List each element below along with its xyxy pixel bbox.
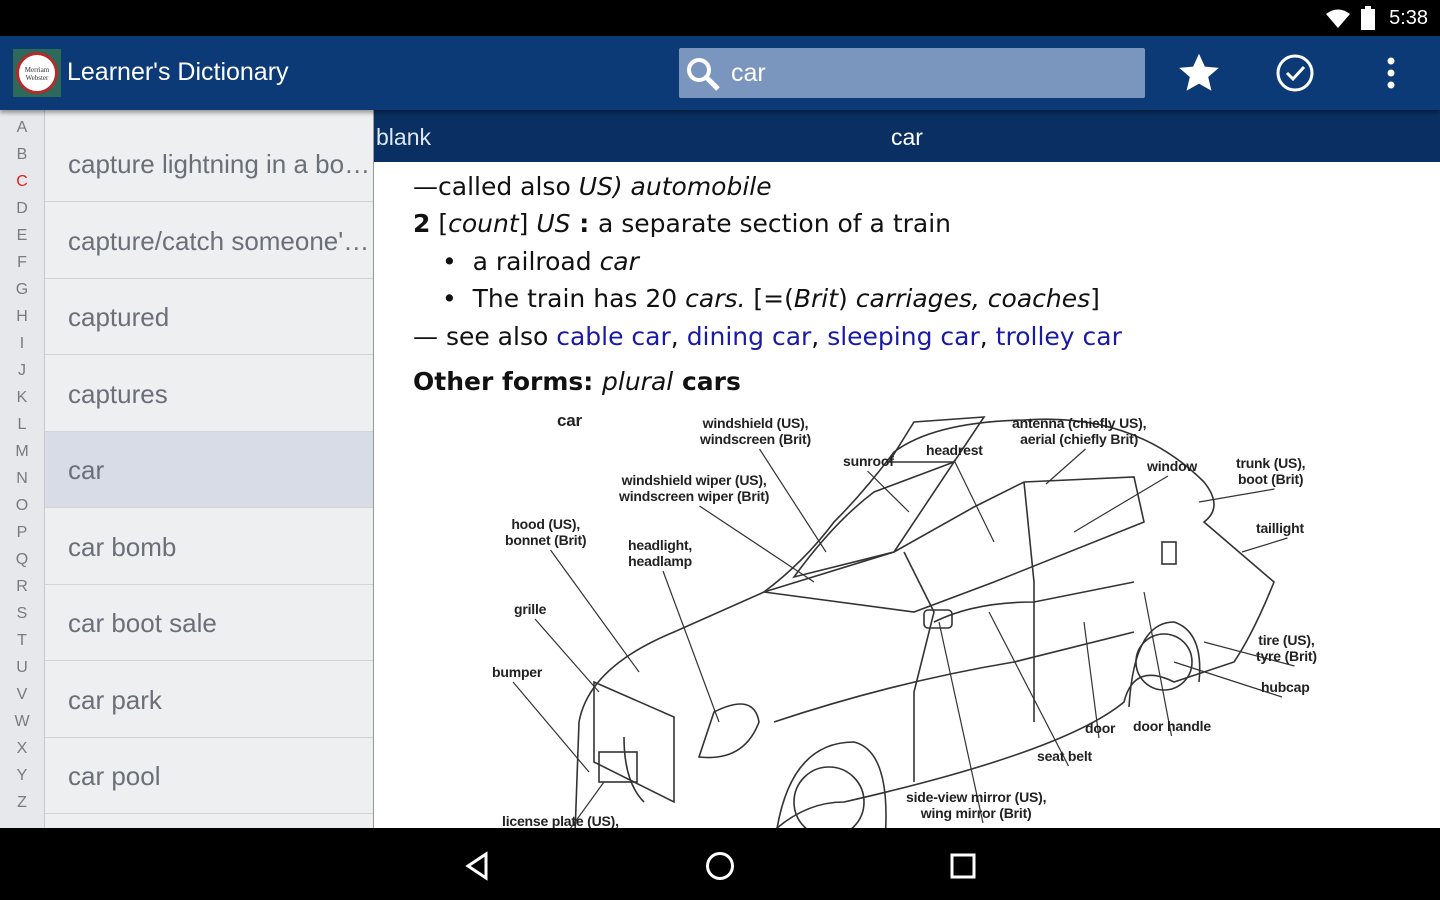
car-diagram: car windshield (US), windscreen (Brit) ante… (374, 162, 1440, 828)
word-list[interactable]: capture lightning in a bottle capture/cat… (45, 110, 374, 828)
diagram-label: headrest (926, 442, 983, 458)
index-letter-z[interactable]: Z (0, 785, 44, 812)
diagram-label: trunk (US), boot (Brit) (1236, 455, 1306, 487)
recents-button[interactable] (945, 848, 981, 884)
index-letter-x[interactable]: X (0, 731, 44, 758)
app-logo: Merriam Webster (13, 49, 61, 97)
diagram-label: license plate (US), (502, 813, 619, 828)
search-box[interactable] (679, 48, 1145, 98)
diagram-label: hubcap (1261, 679, 1310, 695)
content-header: blank car (374, 110, 1440, 162)
leader-line (662, 570, 720, 723)
index-letter-q[interactable]: Q (0, 542, 44, 569)
leader-line (550, 549, 640, 673)
index-letter-n[interactable]: N (0, 461, 44, 488)
index-letter-u[interactable]: U (0, 650, 44, 677)
diagram-label: sunroof (843, 453, 894, 469)
home-button[interactable] (702, 848, 738, 884)
check-circle-icon (1276, 54, 1314, 92)
app-bar: Merriam Webster Learner's Dictionary (0, 36, 1440, 110)
diagram-label: seat belt (1037, 748, 1092, 764)
diagram-label: tire (US), tyre (Brit) (1256, 632, 1317, 664)
index-letter-j[interactable]: J (0, 353, 44, 380)
status-bar: 5:38 (0, 0, 1440, 36)
diagram-label: grille (514, 601, 547, 617)
index-letter-l[interactable]: L (0, 407, 44, 434)
index-letter-f[interactable]: F (0, 245, 44, 272)
diagram-label: taillight (1256, 520, 1304, 536)
index-letter-i[interactable]: I (0, 326, 44, 353)
clock: 5:38 (1389, 7, 1428, 29)
index-letter-b[interactable]: B (0, 137, 44, 164)
wifi-icon (1326, 9, 1350, 28)
index-letter-t[interactable]: T (0, 623, 44, 650)
more-options-button[interactable] (1368, 50, 1414, 96)
favorite-button[interactable] (1176, 50, 1222, 96)
entry-content: —called also US) automobile 2 [count] US… (374, 162, 1440, 828)
leader-line (1241, 537, 1288, 553)
app-title: Learner's Dictionary (67, 58, 289, 86)
check-button[interactable] (1272, 50, 1318, 96)
index-letter-v[interactable]: V (0, 677, 44, 704)
recents-icon (950, 853, 976, 879)
leader-line (1143, 591, 1173, 737)
back-button[interactable] (460, 848, 496, 884)
word-list-item[interactable]: car bomb (45, 509, 373, 585)
diagram-label: bumper (492, 664, 543, 680)
index-letter-o[interactable]: O (0, 488, 44, 515)
index-letter-w[interactable]: W (0, 704, 44, 731)
word-list-item[interactable]: car boot sale (45, 585, 373, 661)
index-letter-m[interactable]: M (0, 434, 44, 461)
index-letter-c[interactable]: C (0, 164, 44, 191)
diagram-label: window (1147, 458, 1198, 474)
leader-line (534, 618, 600, 693)
car-illustration (512, 416, 1295, 828)
index-letter-y[interactable]: Y (0, 758, 44, 785)
diagram-label: door handle (1133, 718, 1211, 734)
search-icon (687, 58, 720, 91)
word-list-item[interactable]: capture lightning in a bottle (45, 126, 373, 202)
diagram-label: headlight, headlamp (628, 537, 693, 569)
leader-line (512, 681, 590, 773)
diagram-label: antenna (chiefly US), aerial (chiefly Bri… (1012, 415, 1147, 447)
index-letter-r[interactable]: R (0, 569, 44, 596)
diagram-title: car (557, 411, 582, 430)
diagram-label: side-view mirror (US), wing mirror (Brit) (906, 789, 1047, 821)
home-icon (706, 852, 734, 880)
star-icon (1179, 53, 1219, 91)
index-letter-e[interactable]: E (0, 218, 44, 245)
index-letter-s[interactable]: S (0, 596, 44, 623)
search-input[interactable] (731, 56, 1131, 90)
word-list-item[interactable]: capture/catch someone's imagination (45, 203, 373, 279)
back-icon (465, 851, 488, 881)
index-letter-h[interactable]: H (0, 299, 44, 326)
diagram-label: hood (US), bonnet (Brit) (505, 516, 587, 548)
word-list-item[interactable]: captured (45, 279, 373, 355)
more-vert-icon (1387, 57, 1395, 89)
index-letter-a[interactable]: A (0, 110, 44, 137)
diagram-label: door (1085, 720, 1116, 736)
navigation-bar (0, 828, 1440, 900)
word-list-item[interactable]: car park (45, 662, 373, 738)
index-letter-k[interactable]: K (0, 380, 44, 407)
word-list-item[interactable]: captures (45, 356, 373, 432)
word-list-item[interactable]: car (45, 432, 373, 508)
alphabet-index[interactable]: ABCDEFGHIJKLMNOPQRSTUVWXYZ (0, 110, 45, 828)
battery-icon (1361, 6, 1375, 30)
index-letter-g[interactable]: G (0, 272, 44, 299)
current-entry-title: car (891, 124, 923, 150)
leader-line (1073, 475, 1169, 533)
diagram-label: windshield wiper (US), windscreen wiper (… (619, 472, 770, 504)
leader-line (699, 505, 815, 583)
leader-line (758, 448, 827, 553)
index-letter-p[interactable]: P (0, 515, 44, 542)
diagram-label: windshield (US), windscreen (Brit) (700, 415, 811, 447)
index-letter-d[interactable]: D (0, 191, 44, 218)
previous-entry-link[interactable]: blank (376, 124, 431, 151)
leader-line (953, 459, 995, 543)
word-list-item[interactable]: car pool (45, 738, 373, 814)
leader-line (988, 611, 1070, 767)
